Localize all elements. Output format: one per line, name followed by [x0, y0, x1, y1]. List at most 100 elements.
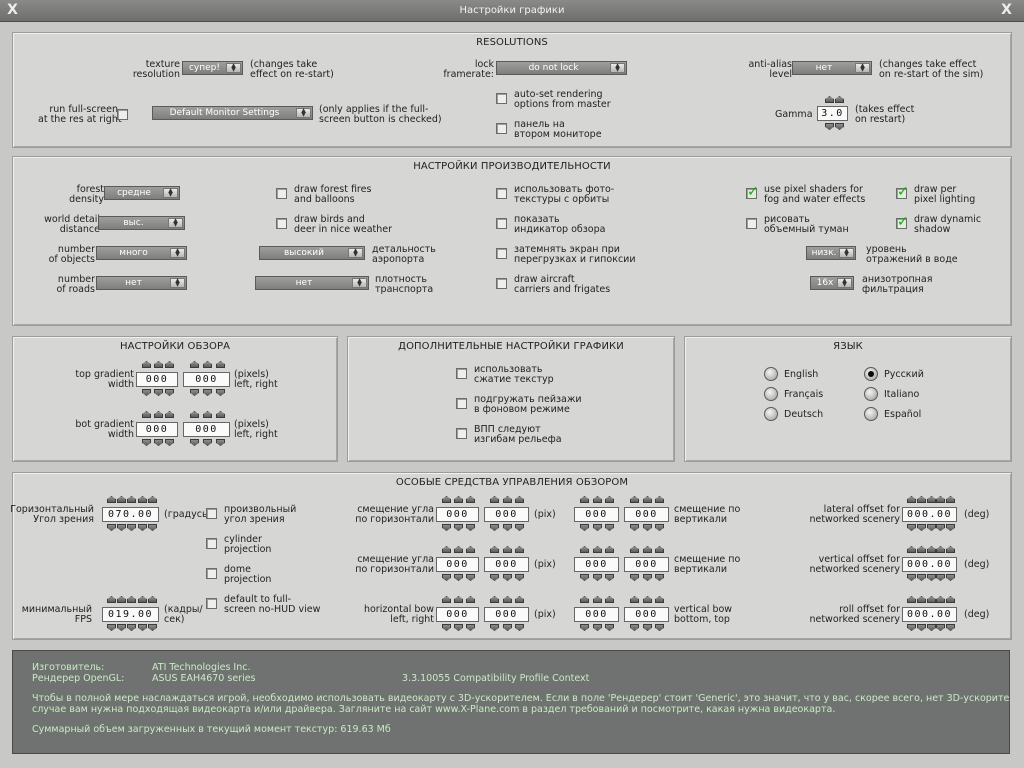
top-gradient-right-field[interactable]: 000 [183, 372, 230, 387]
texture-resolution-dropdown[interactable]: супер! ▲ ▼ [182, 61, 243, 75]
bot-gradient-left-field[interactable]: 000 [136, 422, 178, 437]
no-hud-checkbox[interactable] [206, 598, 217, 609]
updown-arrow-icon: ▲ ▼ [348, 248, 363, 258]
birds-checkbox[interactable] [276, 218, 287, 229]
top-gradient-left-field[interactable]: 000 [136, 372, 178, 387]
dropdown-value: нет [125, 278, 142, 288]
updown-arrow-icon: ▲ ▼ [352, 278, 367, 288]
language-radio-spanish[interactable] [864, 407, 878, 421]
auto-set-checkbox[interactable] [496, 93, 507, 104]
vertical-offset-field[interactable]: 000.00 [902, 557, 957, 572]
view-indicator-checkbox[interactable] [496, 218, 507, 229]
objects-label: number of objects [48, 244, 95, 265]
language-radio-russian[interactable] [864, 367, 878, 381]
vshift1-field-a[interactable]: 000 [574, 507, 619, 522]
carriers-label: draw aircraft carriers and frigates [514, 274, 611, 295]
hshift1-field-a[interactable]: 000 [436, 507, 479, 522]
second-monitor-checkbox[interactable] [496, 123, 507, 134]
vshift1-field-b[interactable]: 000 [624, 507, 669, 522]
hshift1-field-b[interactable]: 000 [484, 507, 529, 522]
anisotropic-dropdown[interactable]: 16x ▲ ▼ [810, 276, 854, 290]
dropdown-value: средне [117, 188, 151, 198]
vshift2-field-a[interactable]: 000 [574, 557, 619, 572]
background-load-checkbox[interactable] [456, 398, 467, 409]
view-indicator-label: показать индикатор обзора [514, 214, 606, 235]
volumetric-fog-checkbox[interactable] [746, 218, 757, 229]
dropdown-value: нет [295, 278, 313, 288]
language-radio-french[interactable] [764, 387, 778, 401]
language-radio-english[interactable] [764, 367, 778, 381]
blackout-checkbox[interactable] [496, 248, 507, 259]
language-radio-german[interactable] [764, 407, 778, 421]
language-label-english: English [784, 369, 819, 380]
birds-label: draw birds and deer in nice weather [294, 214, 393, 235]
anti-alias-dropdown[interactable]: нет ▲ ▼ [792, 61, 872, 75]
arbitrary-angle-label: произвольный угол зрения [224, 504, 297, 525]
hbow-field-b[interactable]: 000 [484, 607, 529, 622]
gamma-field[interactable]: 3.0 [817, 106, 848, 121]
anisotropic-label: анизотропная фильтрация [862, 274, 933, 295]
anti-alias-note: (changes take effect on re-start of the … [879, 59, 984, 80]
lateral-offset-field[interactable]: 000.00 [902, 507, 957, 522]
vshift2-field-b[interactable]: 000 [624, 557, 669, 572]
resolutions-panel: RESOLUTIONS [12, 32, 1012, 148]
fires-label: draw forest fires and balloons [294, 184, 372, 205]
water-reflection-dropdown[interactable]: низк. ▲ ▼ [806, 246, 856, 260]
volumetric-fog-label: рисовать объемный туман [764, 214, 849, 235]
per-pixel-lighting-label: draw per pixel lighting [914, 184, 976, 205]
close-icon[interactable]: X [998, 3, 1015, 19]
forest-density-dropdown[interactable]: средне ▲ ▼ [104, 186, 180, 200]
language-radio-italian[interactable] [864, 387, 878, 401]
compress-textures-label: использовать сжатие текстур [474, 364, 554, 385]
panel-title: НАСТРОЙКИ ПРОИЗВОДИТЕЛЬНОСТИ [413, 161, 611, 172]
language-label-spanish: Español [884, 409, 922, 420]
renderer-value: ASUS EAH4670 series [152, 673, 256, 684]
checkmark-icon: ✓ [897, 214, 909, 230]
vertical-offset-label: vertical offset for networked scenery [809, 554, 900, 575]
roads-dropdown[interactable]: нет ▲ ▼ [96, 276, 187, 290]
lock-framerate-dropdown[interactable]: do not lock ▲ ▼ [496, 61, 627, 75]
hshift2-field-a[interactable]: 000 [436, 557, 479, 572]
airport-detail-dropdown[interactable]: высокий ▲ ▼ [259, 246, 365, 260]
pixel-shaders-checkbox[interactable]: ✓ [746, 184, 759, 200]
dome-projection-checkbox[interactable] [206, 568, 217, 579]
dropdown-value: много [119, 248, 148, 258]
dynamic-shadow-checkbox[interactable]: ✓ [896, 214, 909, 230]
panel-title: НАСТРОЙКИ ОБЗОРА [119, 341, 231, 352]
vbow-field-b[interactable]: 000 [624, 607, 669, 622]
fullscreen-checkbox[interactable] [117, 109, 128, 120]
checkmark-icon: ✓ [747, 184, 759, 200]
vbow-field-a[interactable]: 000 [574, 607, 619, 622]
per-pixel-lighting-checkbox[interactable]: ✓ [896, 185, 909, 199]
objects-dropdown[interactable]: много ▲ ▼ [96, 246, 187, 260]
carriers-checkbox[interactable] [496, 278, 507, 289]
compress-textures-checkbox[interactable] [456, 368, 467, 379]
monitor-settings-dropdown[interactable]: Default Monitor Settings ▲ ▼ [152, 106, 313, 120]
hbow-field-a[interactable]: 000 [436, 607, 479, 622]
hshift2-field-b[interactable]: 000 [484, 557, 529, 572]
view-settings-panel: НАСТРОЙКИ ОБЗОРА [12, 336, 338, 462]
photo-textures-checkbox[interactable] [496, 188, 507, 199]
updown-arrow-icon: ▲ ▼ [163, 188, 178, 198]
fires-checkbox[interactable] [276, 188, 287, 199]
world-detail-dropdown[interactable]: выс. ▲ ▼ [98, 216, 185, 230]
min-fps-field[interactable]: 019.00 [102, 607, 159, 622]
updown-arrow-icon: ▲ ▼ [855, 63, 870, 73]
runway-terrain-checkbox[interactable] [456, 428, 467, 439]
close-icon[interactable]: X [4, 3, 21, 19]
pix-unit: (pix) [534, 509, 556, 520]
bot-gradient-note: (pixels) left, right [234, 419, 278, 440]
info-line-2: случае вам нужна подходящая видеокарта и… [32, 704, 836, 715]
traffic-dropdown[interactable]: нет ▲ ▼ [255, 276, 369, 290]
cylinder-projection-checkbox[interactable] [206, 538, 217, 549]
vshift1-label: смещение по вертикали [674, 504, 741, 525]
fov-field[interactable]: 070.00 [102, 507, 159, 522]
texture-note: (changes take effect on re-start) [250, 59, 334, 80]
language-label-german: Deutsch [784, 409, 824, 420]
updown-arrow-icon: ▲ ▼ [170, 278, 185, 288]
gamma-note: (takes effect on restart) [855, 104, 915, 125]
roll-offset-field[interactable]: 000.00 [902, 607, 957, 622]
bot-gradient-right-field[interactable]: 000 [183, 422, 230, 437]
pixel-shaders-label: use pixel shaders for fog and water effe… [764, 184, 866, 205]
arbitrary-angle-checkbox[interactable] [206, 508, 217, 519]
